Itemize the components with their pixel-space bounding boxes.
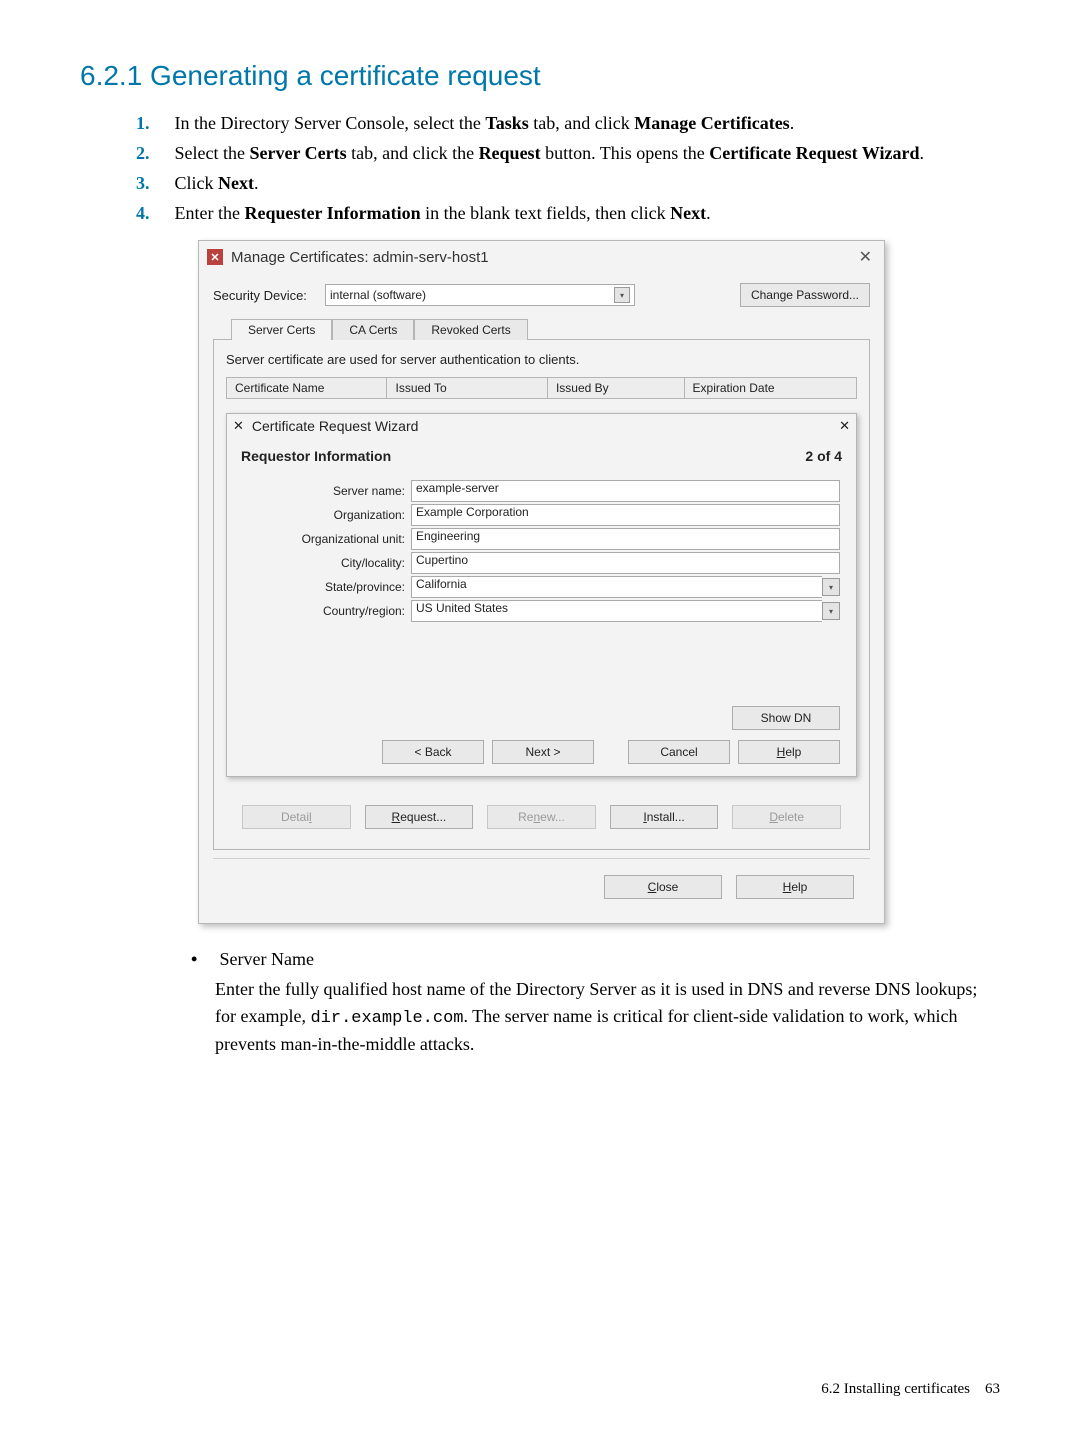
step-1: In the Directory Server Console, select … <box>170 110 1000 136</box>
label-server-name: Server name: <box>243 484 411 498</box>
install-button[interactable]: Install... <box>610 805 719 829</box>
city-input[interactable]: Cupertino <box>411 552 840 574</box>
tab-ca-certs[interactable]: CA Certs <box>332 319 414 340</box>
next-button[interactable]: Next > <box>492 740 594 764</box>
col-cert-name[interactable]: Certificate Name <box>227 378 387 398</box>
chevron-down-icon[interactable]: ▾ <box>822 578 840 596</box>
step-2: Select the Server Certs tab, and click t… <box>170 140 1000 166</box>
chevron-down-icon[interactable]: ▾ <box>822 602 840 620</box>
app-icon: ✕ <box>233 418 244 434</box>
bullet-title: Server Name <box>220 949 314 969</box>
requestor-form: Server name: example-server Organization… <box>227 474 856 632</box>
panel-description: Server certificate are used for server a… <box>226 352 857 367</box>
certificate-request-wizard: ✕ Certificate Request Wizard ✕ Requestor… <box>226 413 857 777</box>
bullet-list: Server Name Enter the fully qualified ho… <box>215 946 1000 1057</box>
cert-tabs: Server Certs CA Certs Revoked Certs <box>231 319 870 340</box>
detail-button: Detail <box>242 805 351 829</box>
security-device-combo[interactable]: internal (software) ▾ <box>325 284 635 306</box>
step-3: Click Next. <box>170 170 1000 196</box>
label-org-unit: Organizational unit: <box>243 532 411 546</box>
org-unit-input[interactable]: Engineering <box>411 528 840 550</box>
section-heading: 6.2.1 Generating a certificate request <box>80 60 1000 92</box>
app-icon: ✕ <box>207 249 223 265</box>
step-4: Enter the Requester Information in the b… <box>170 200 1000 226</box>
label-country: Country/region: <box>243 604 411 618</box>
close-icon[interactable]: ✕ <box>839 418 850 434</box>
chevron-down-icon[interactable]: ▾ <box>614 287 630 303</box>
help-button[interactable]: Help <box>738 740 840 764</box>
manage-certificates-dialog: ✕ Manage Certificates: admin-serv-host1 … <box>198 240 885 924</box>
label-city: City/locality: <box>243 556 411 570</box>
renew-button: Renew... <box>487 805 596 829</box>
wizard-title: Certificate Request Wizard <box>252 418 831 434</box>
tab-server-certs[interactable]: Server Certs <box>231 319 332 340</box>
bullet-body: Enter the fully qualified host name of t… <box>215 976 1000 1057</box>
dialog-title: Manage Certificates: admin-serv-host1 <box>231 249 847 266</box>
wizard-step-title: Requestor Information <box>241 448 391 464</box>
certs-table-header: Certificate Name Issued To Issued By Exp… <box>226 377 857 399</box>
help-button[interactable]: Help <box>736 875 854 899</box>
delete-button: Delete <box>732 805 841 829</box>
col-issued-to[interactable]: Issued To <box>387 378 547 398</box>
change-password-button[interactable]: Change Password... <box>740 283 870 307</box>
close-button[interactable]: Close <box>604 875 722 899</box>
wizard-step-count: 2 of 4 <box>805 448 842 464</box>
back-button[interactable]: < Back <box>382 740 484 764</box>
col-expiration[interactable]: Expiration Date <box>685 378 856 398</box>
tab-revoked-certs[interactable]: Revoked Certs <box>414 319 527 340</box>
label-state: State/province: <box>243 580 411 594</box>
server-name-input[interactable]: example-server <box>411 480 840 502</box>
page-footer: 6.2 Installing certificates 63 <box>821 1381 1000 1398</box>
request-button[interactable]: Request... <box>365 805 474 829</box>
label-organization: Organization: <box>243 508 411 522</box>
country-input[interactable]: US United States <box>411 600 822 622</box>
state-input[interactable]: California <box>411 576 822 598</box>
steps-list: In the Directory Server Console, select … <box>170 110 1000 226</box>
close-icon[interactable]: ✕ <box>855 247 876 267</box>
show-dn-button[interactable]: Show DN <box>732 706 840 730</box>
organization-input[interactable]: Example Corporation <box>411 504 840 526</box>
cancel-button[interactable]: Cancel <box>628 740 730 764</box>
titlebar: ✕ Manage Certificates: admin-serv-host1 … <box>199 241 884 275</box>
security-device-value: internal (software) <box>330 288 426 302</box>
code-hostname: dir.example.com <box>310 1009 463 1028</box>
security-device-label: Security Device: <box>213 288 319 303</box>
col-issued-by[interactable]: Issued By <box>548 378 685 398</box>
